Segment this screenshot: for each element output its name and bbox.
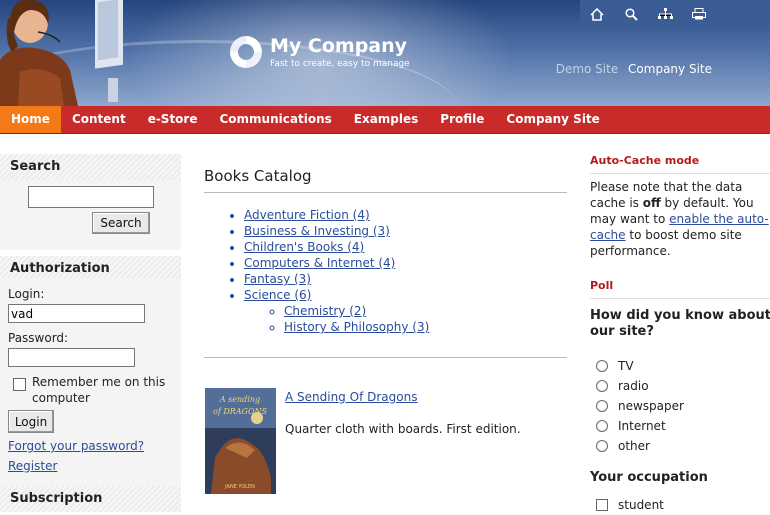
occupation-checkbox[interactable]	[596, 499, 608, 511]
autocache-title: Auto-Cache mode	[590, 154, 700, 167]
book-cover-author: JANE YOLEN	[224, 484, 255, 490]
sitemap-button[interactable]	[648, 0, 682, 28]
svg-text:A sending: A sending	[219, 395, 260, 404]
page-title: Books Catalog	[204, 167, 567, 193]
radio-button[interactable]	[596, 360, 608, 372]
nav-home[interactable]: Home	[0, 106, 61, 133]
list-item: Children's Books (4)	[244, 239, 567, 255]
subcategory-link[interactable]: Chemistry (2)	[284, 304, 366, 318]
category-link[interactable]: Business & Investing (3)	[244, 224, 390, 238]
poll-option[interactable]: TV	[590, 356, 770, 376]
main-nav: Home Content e-Store Communications Exam…	[0, 106, 770, 134]
poll-question: How did you know about our site?	[590, 308, 770, 339]
password-input[interactable]	[8, 348, 135, 367]
divider	[590, 298, 770, 299]
logo-mark-icon	[230, 36, 262, 68]
site-switcher: Demo Site Company Site	[556, 62, 712, 76]
poll-title: Poll	[590, 279, 614, 292]
print-button[interactable]	[682, 0, 716, 28]
list-item: Business & Investing (3)	[244, 223, 567, 239]
auth-password-label: Password:	[8, 331, 69, 345]
login-input[interactable]	[8, 304, 145, 323]
poll-option[interactable]: other	[590, 436, 770, 456]
radio-button[interactable]	[596, 440, 608, 452]
search-box: Search	[0, 180, 181, 250]
nav-estore[interactable]: e-Store	[137, 106, 209, 133]
radio-button[interactable]	[596, 420, 608, 432]
subscription-box-title: Subscription	[0, 486, 181, 512]
radio-button[interactable]	[596, 380, 608, 392]
catalog-category-list: Adventure Fiction (4) Business & Investi…	[204, 207, 567, 335]
divider	[204, 357, 567, 358]
login-button[interactable]: Login	[8, 410, 54, 433]
forgot-password-link[interactable]: Forgot your password?	[8, 439, 144, 453]
category-link[interactable]: Science (6)	[244, 288, 311, 302]
poll-option[interactable]: Internet	[590, 416, 770, 436]
remember-label: Remember me on this computer	[32, 375, 166, 405]
occupation-option[interactable]: student	[590, 495, 770, 515]
search-button[interactable]: Search	[92, 212, 150, 234]
poll-option[interactable]: newspaper	[590, 396, 770, 416]
divider	[590, 173, 770, 174]
subcategory-link[interactable]: History & Philosophy (3)	[284, 320, 429, 334]
nav-communications[interactable]: Communications	[209, 106, 343, 133]
radio-button[interactable]	[596, 400, 608, 412]
company-slogan: Fast to create, easy to manage	[270, 58, 410, 69]
occupation-option-label: student	[618, 498, 664, 512]
svg-text:of DRAGONS: of DRAGONS	[213, 407, 267, 416]
sitemap-icon	[657, 8, 673, 19]
nav-content[interactable]: Content	[61, 106, 137, 133]
register-link[interactable]: Register	[8, 459, 57, 473]
main-content: Books Catalog Adventure Fiction (4) Busi…	[204, 154, 567, 494]
search-button-top[interactable]	[614, 0, 648, 28]
list-item: History & Philosophy (3)	[284, 319, 567, 335]
list-item: Computers & Internet (4)	[244, 255, 567, 271]
company-logo[interactable]: My Company Fast to create, easy to manag…	[228, 34, 410, 70]
poll-option[interactable]: radio	[590, 376, 770, 396]
site-link-demo[interactable]: Demo Site	[556, 62, 619, 76]
header-toolbar	[580, 0, 770, 28]
nav-examples[interactable]: Examples	[343, 106, 430, 133]
search-icon	[624, 7, 638, 21]
remember-checkbox[interactable]	[13, 378, 26, 391]
book-description: Quarter cloth with boards. First edition…	[285, 422, 521, 436]
left-column: Search Search Authorization	[0, 154, 181, 282]
poll-option-label: radio	[618, 379, 649, 393]
nav-company-site[interactable]: Company Site	[495, 106, 610, 133]
list-item: Chemistry (2)	[284, 303, 567, 319]
search-box-title: Search	[0, 154, 181, 180]
category-link[interactable]: Adventure Fiction (4)	[244, 208, 370, 222]
poll-option-label: other	[618, 439, 650, 453]
list-item: Adventure Fiction (4)	[244, 207, 567, 223]
home-icon	[590, 7, 604, 21]
poll-option-label: TV	[618, 359, 634, 373]
company-name: My Company	[270, 34, 408, 57]
book-cover-image[interactable]: A sending of DRAGONS JANE YOLEN	[205, 388, 276, 494]
right-column: Auto-Cache mode Please note that the dat…	[590, 154, 770, 515]
home-button[interactable]	[580, 0, 614, 28]
autocache-text: Please note that the data cache is off b…	[590, 179, 770, 259]
print-icon	[692, 8, 706, 20]
subcategory-list: Chemistry (2) History & Philosophy (3)	[244, 303, 567, 335]
category-link[interactable]: Computers & Internet (4)	[244, 256, 395, 270]
category-link[interactable]: Fantasy (3)	[244, 272, 311, 286]
list-item: Science (6) Chemistry (2) History & Phil…	[244, 287, 567, 335]
list-item: Fantasy (3)	[244, 271, 567, 287]
auth-login-label: Login:	[8, 287, 45, 301]
category-link[interactable]: Children's Books (4)	[244, 240, 364, 254]
site-link-company[interactable]: Company Site	[628, 62, 712, 76]
poll-option-label: newspaper	[618, 399, 684, 413]
book-title-link[interactable]: A Sending Of Dragons	[285, 390, 417, 404]
autocache-off-word: off	[642, 196, 661, 210]
search-input[interactable]	[28, 186, 154, 208]
header: My Company Fast to create, easy to manag…	[0, 0, 770, 106]
header-person-image	[0, 0, 123, 106]
occupation-title: Your occupation	[590, 470, 708, 485]
nav-profile[interactable]: Profile	[429, 106, 495, 133]
poll-option-label: Internet	[618, 419, 666, 433]
